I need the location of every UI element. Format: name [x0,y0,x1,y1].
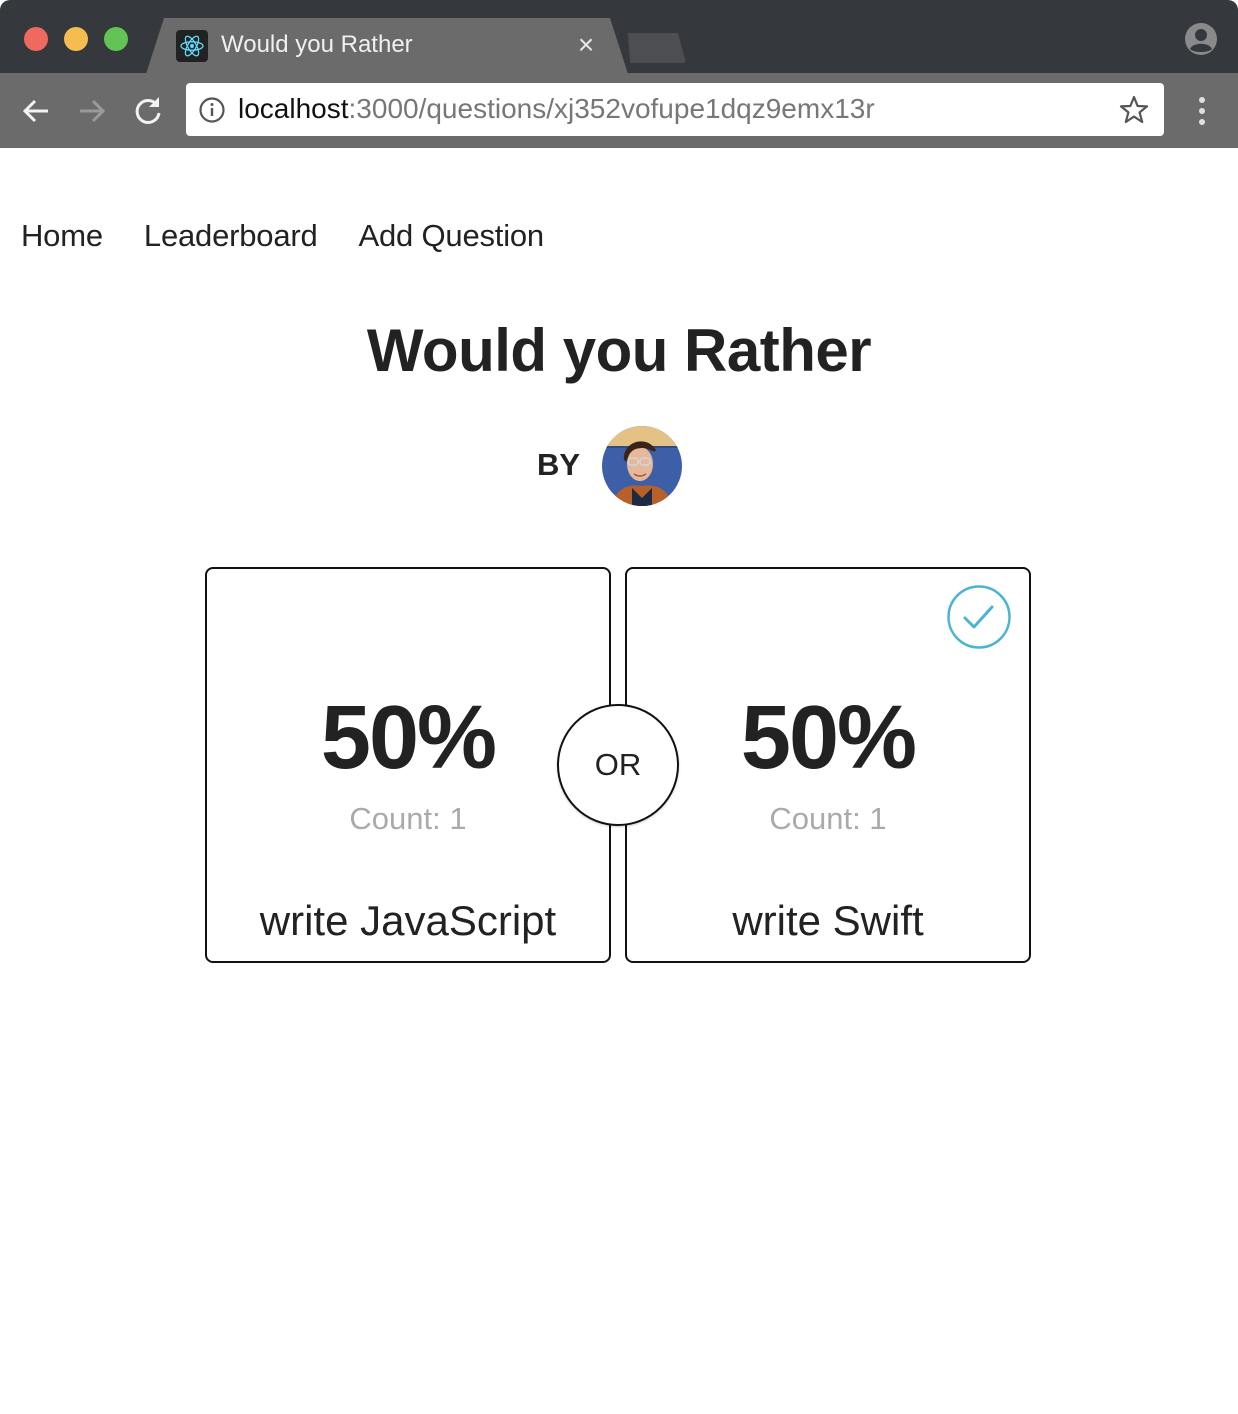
browser-toolbar: localhost:3000/questions/xj352vofupe1dqz… [0,73,1238,148]
checkmark-circle-icon [947,585,1011,649]
arrow-right-icon[interactable] [74,93,110,129]
nav-link-home[interactable]: Home [21,218,103,254]
option-one-percent: 50% [320,688,497,788]
reload-icon[interactable] [130,93,166,129]
profile-icon[interactable] [1184,22,1218,56]
arrow-left-icon[interactable] [18,93,54,129]
nav-link-add-question[interactable]: Add Question [359,218,545,254]
react-logo-icon [176,30,208,62]
maximize-window-button[interactable] [104,27,128,51]
close-window-button[interactable] [24,27,48,51]
url-text: localhost:3000/questions/xj352vofupe1dqz… [238,93,875,125]
or-separator: OR [557,704,679,826]
option-two-text: write Swift [732,897,924,944]
url-path: :3000/questions/xj352vofupe1dqz9emx13r [348,93,875,124]
top-nav: Home Leaderboard Add Question [21,218,585,254]
option-card-one[interactable]: 50% Count: 1 write JavaScript [205,567,611,963]
by-label: BY [537,447,581,482]
option-one-text: write JavaScript [259,897,557,944]
url-host: localhost [238,93,349,124]
new-tab-button[interactable] [628,33,686,63]
info-icon[interactable] [198,96,226,124]
option-two-count: Count: 1 [769,801,887,836]
option-card-two[interactable]: 50% Count: 1 write Swift [625,567,1031,963]
browser-tab-active[interactable]: Would you Rather × [146,18,628,74]
author-avatar [602,426,682,506]
address-bar[interactable]: localhost:3000/questions/xj352vofupe1dqz… [186,83,1164,136]
option-one-count: Count: 1 [349,801,467,836]
tab-title: Would you Rather [221,31,413,58]
star-icon[interactable] [1118,94,1150,126]
minimize-window-button[interactable] [64,27,88,51]
page-title: Would you Rather [366,317,872,384]
option-two-percent: 50% [740,688,917,788]
nav-link-leaderboard[interactable]: Leaderboard [144,218,318,254]
kebab-menu-icon[interactable] [1188,95,1216,127]
tab-close-icon[interactable]: × [574,30,598,60]
browser-titlebar: Would you Rather × [0,0,1238,74]
